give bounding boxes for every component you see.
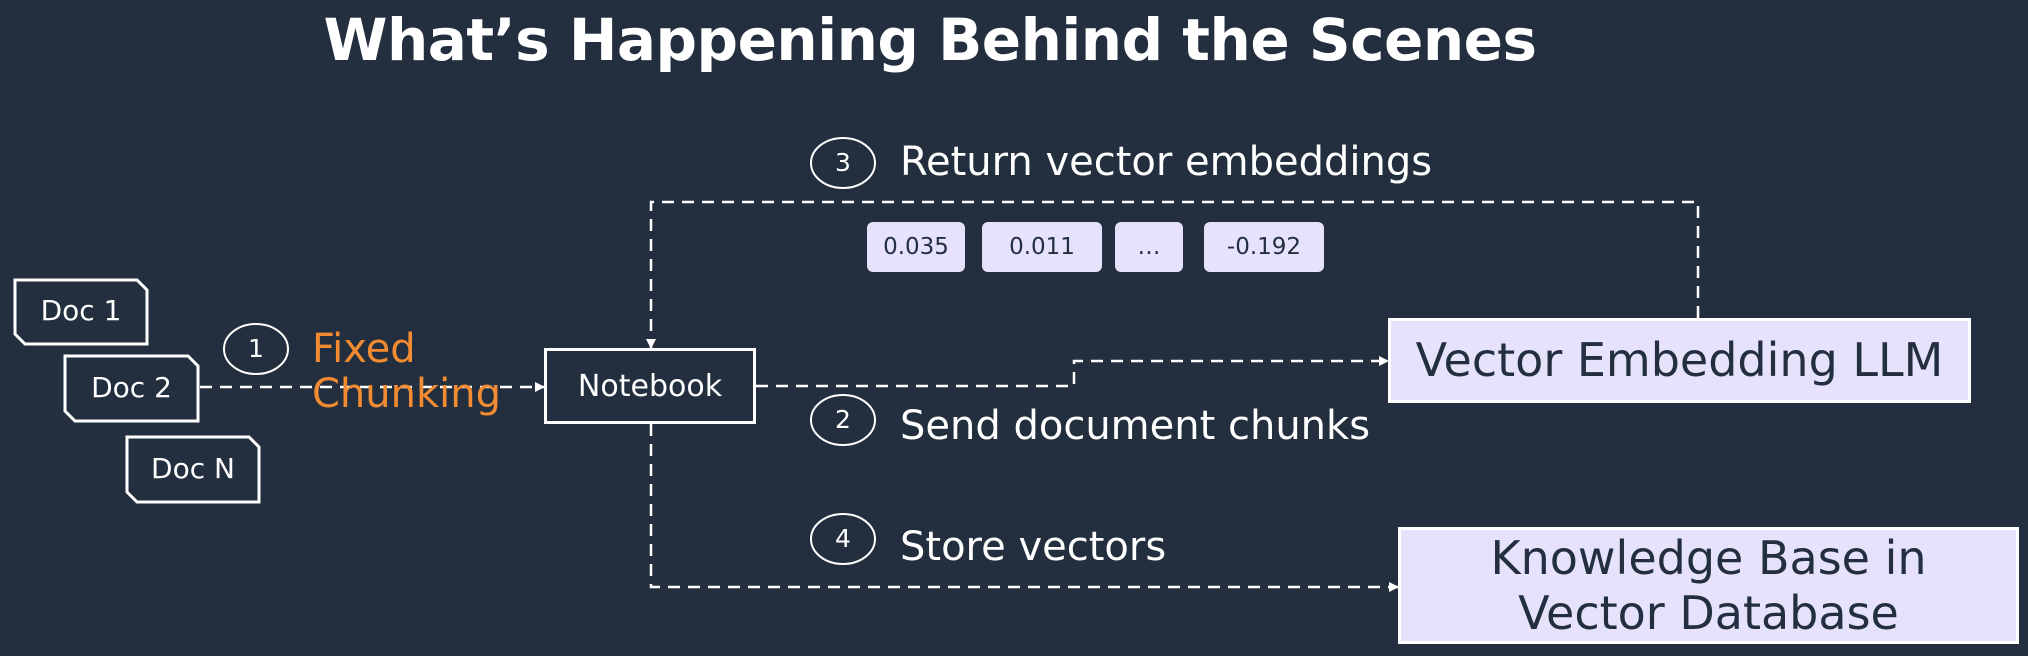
step-3-number: 3 [835,148,851,177]
embedding-value-ellipsis: … [1115,222,1183,272]
embedding-value-last: -0.192 [1204,222,1324,272]
embedding-value-2: 0.011 [982,222,1102,272]
knowledge-base-box: Knowledge Base in Vector Database [1398,527,2019,644]
chunking-label-line-2: Chunking [312,371,502,418]
step-4-number: 4 [835,524,851,553]
step-1-number: 1 [248,334,264,363]
notebook-box: Notebook [544,348,756,424]
step-2-label: Send document chunks [900,403,1371,449]
knowledge-base-line-1: Knowledge Base in [1490,531,1927,586]
embedding-value-1: 0.035 [867,222,965,272]
vector-embedding-llm-box: Vector Embedding LLM [1388,318,1971,403]
step-2-number: 2 [835,405,851,434]
arrow-notebook-to-llm [756,356,1389,388]
step-4-label: Store vectors [900,524,1167,570]
document-n: Doc N [151,452,235,485]
chunking-label-line-1: Fixed [312,326,416,372]
document-1: Doc 1 [40,294,122,327]
step-3-label: Return vector embeddings [900,139,1433,185]
chunking-label: Fixed Chunking [312,326,502,418]
document-2: Doc 2 [91,371,172,404]
knowledge-base-line-2: Vector Database [1518,585,1899,640]
